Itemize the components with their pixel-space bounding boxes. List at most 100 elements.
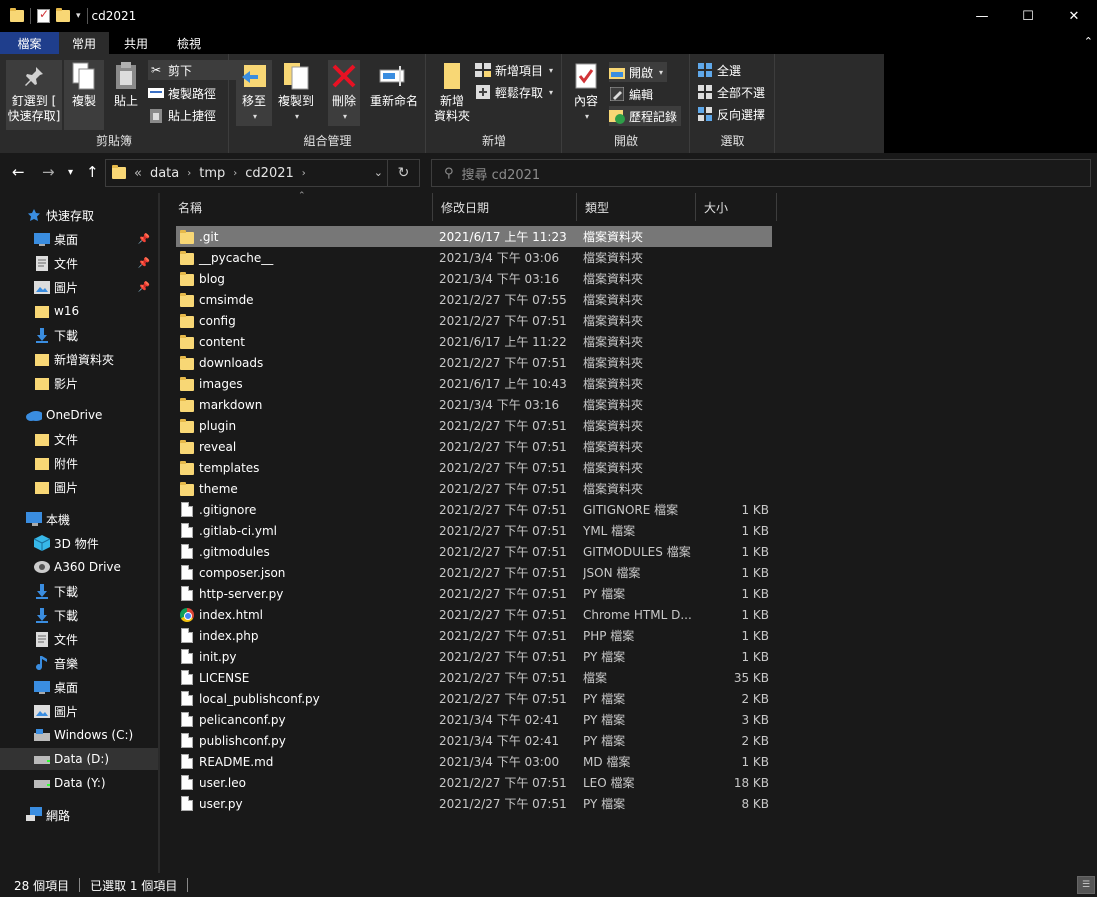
sidebar-item[interactable]: 桌面 <box>0 676 158 698</box>
up-arrow-icon[interactable]: ↑ <box>86 163 99 181</box>
sidebar-item[interactable]: 圖片 <box>0 700 158 722</box>
forward-arrow-icon[interactable]: → <box>42 163 55 181</box>
delete-button[interactable]: 刪除 ▾ <box>328 60 360 126</box>
sidebar-item[interactable]: 網路 <box>0 804 158 826</box>
breadcrumb-data[interactable]: data <box>150 166 179 181</box>
file-row[interactable]: composer.json 2021/2/27 下午 07:51 JSON 檔案 1 … <box>176 562 772 583</box>
file-row[interactable]: plugin 2021/2/27 下午 07:51 檔案資料夾 <box>176 415 772 436</box>
search-input[interactable]: ⚲ 搜尋 cd2021 <box>431 159 1091 187</box>
file-row[interactable]: README.md 2021/3/4 下午 03:00 MD 檔案 1 KB <box>176 751 772 772</box>
breadcrumb-tmp[interactable]: tmp <box>199 166 225 181</box>
sidebar-item[interactable]: Data (Y:) <box>0 772 158 794</box>
open-button[interactable]: 開啟 ▾ <box>609 62 668 82</box>
sidebar-item[interactable]: 本機 <box>0 508 158 530</box>
file-row[interactable]: theme 2021/2/27 下午 07:51 檔案資料夾 <box>176 478 772 499</box>
file-row[interactable]: .gitlab-ci.yml 2021/2/27 下午 07:51 YML 檔案 1 … <box>176 520 772 541</box>
sidebar-item[interactable]: Data (D:) <box>0 748 158 770</box>
sidebar-item[interactable]: Windows (C:) <box>0 724 158 746</box>
sidebar-item[interactable]: 下載 <box>0 580 158 602</box>
new-folder-button[interactable]: 新增 資料夾 <box>431 60 473 124</box>
file-row[interactable]: templates 2021/2/27 下午 07:51 檔案資料夾 <box>176 457 772 478</box>
chevron-up-icon[interactable]: ⌃ <box>1084 35 1093 48</box>
rename-button[interactable]: 重新命名 <box>366 60 422 109</box>
file-row[interactable]: index.php 2021/2/27 下午 07:51 PHP 檔案 1 KB <box>176 625 772 646</box>
sidebar-item[interactable]: A360 Drive <box>0 556 158 578</box>
chevron-right-icon[interactable]: › <box>187 168 191 179</box>
file-row[interactable]: config 2021/2/27 下午 07:51 檔案資料夾 <box>176 310 772 331</box>
sidebar-item[interactable]: 附件 <box>0 452 158 474</box>
file-row[interactable]: images 2021/6/17 上午 10:43 檔案資料夾 <box>176 373 772 394</box>
column-header-size[interactable]: 大小 <box>696 193 777 221</box>
maximize-button[interactable]: ☐ <box>1005 0 1051 32</box>
sidebar-item[interactable]: OneDrive <box>0 404 158 426</box>
column-header-type[interactable]: 類型 <box>577 193 696 221</box>
easy-access-button[interactable]: 輕鬆存取 ▾ <box>475 82 553 102</box>
file-row[interactable]: local_publishconf.py 2021/2/27 下午 07:51 PY… <box>176 688 772 709</box>
file-row[interactable]: publishconf.py 2021/3/4 下午 02:41 PY 檔案 2 KB <box>176 730 772 751</box>
invert-selection-button[interactable]: 反向選擇 <box>697 104 765 124</box>
sidebar-item[interactable]: 圖片 📌 <box>0 276 158 298</box>
cut-button[interactable]: ✂ 剪下 <box>148 60 243 80</box>
sidebar-item[interactable]: 3D 物件 <box>0 532 158 554</box>
sidebar-item[interactable]: 影片 <box>0 372 158 394</box>
tab-view[interactable]: 檢視 <box>163 32 215 54</box>
sidebar-item[interactable]: 桌面 📌 <box>0 228 158 250</box>
sidebar-item[interactable]: 文件 <box>0 428 158 450</box>
back-arrow-icon[interactable]: ← <box>12 163 25 181</box>
pin-quick-access-button[interactable]: 釘選到 [ 快速存取] <box>6 60 62 130</box>
breadcrumb-overflow[interactable]: « <box>134 166 142 181</box>
sidebar-item[interactable]: w16 <box>0 300 158 322</box>
chevron-right-icon[interactable]: › <box>302 168 306 179</box>
move-to-button[interactable]: 移至 ▾ <box>236 60 272 126</box>
pin-icon[interactable]: 📌 <box>138 258 150 269</box>
file-row[interactable]: downloads 2021/2/27 下午 07:51 檔案資料夾 <box>176 352 772 373</box>
file-row[interactable]: markdown 2021/3/4 下午 03:16 檔案資料夾 <box>176 394 772 415</box>
sidebar-item[interactable]: 下載 <box>0 324 158 346</box>
sidebar-item[interactable]: 圖片 <box>0 476 158 498</box>
file-row[interactable]: cmsimde 2021/2/27 下午 07:55 檔案資料夾 <box>176 289 772 310</box>
file-row[interactable]: pelicanconf.py 2021/3/4 下午 02:41 PY 檔案 3 KB <box>176 709 772 730</box>
select-none-button[interactable]: 全部不選 <box>697 82 765 102</box>
minimize-button[interactable]: — <box>959 0 1005 32</box>
sidebar-item[interactable]: 快速存取 <box>0 204 158 226</box>
sidebar-item[interactable]: 文件 📌 <box>0 252 158 274</box>
sidebar-item[interactable]: 音樂 <box>0 652 158 674</box>
pin-icon[interactable]: 📌 <box>138 234 150 245</box>
close-button[interactable]: ✕ <box>1051 0 1097 32</box>
refresh-icon[interactable]: ↻ <box>387 160 419 186</box>
edit-button[interactable]: 編輯 <box>609 84 653 104</box>
sidebar-item[interactable]: 下載 <box>0 604 158 626</box>
new-folder-icon[interactable] <box>56 8 70 22</box>
column-header-name[interactable]: 名稱 <box>170 193 433 221</box>
file-row[interactable]: blog 2021/3/4 下午 03:16 檔案資料夾 <box>176 268 772 289</box>
properties-button[interactable]: 內容 ▾ <box>569 60 603 124</box>
address-bar[interactable]: « data › tmp › cd2021 › ⌄ ↻ <box>105 159 420 187</box>
copy-to-button[interactable]: 複製到 ▾ <box>274 60 318 124</box>
copy-path-button[interactable]: 複製路徑 <box>148 83 216 103</box>
chevron-right-icon[interactable]: › <box>233 168 237 179</box>
new-item-button[interactable]: 新增項目 ▾ <box>475 60 553 80</box>
file-row[interactable]: init.py 2021/2/27 下午 07:51 PY 檔案 1 KB <box>176 646 772 667</box>
file-row[interactable]: __pycache__ 2021/3/4 下午 03:06 檔案資料夾 <box>176 247 772 268</box>
file-row[interactable]: user.leo 2021/2/27 下午 07:51 LEO 檔案 18 KB <box>176 772 772 793</box>
tab-home[interactable]: 常用 <box>59 32 109 54</box>
paste-shortcut-button[interactable]: 貼上捷徑 <box>148 105 216 125</box>
select-all-button[interactable]: 全選 <box>697 60 741 80</box>
pin-icon[interactable]: 📌 <box>138 282 150 293</box>
properties-icon[interactable] <box>37 7 50 23</box>
file-row[interactable]: http-server.py 2021/2/27 下午 07:51 PY 檔案 1 K… <box>176 583 772 604</box>
file-row[interactable]: reveal 2021/2/27 下午 07:51 檔案資料夾 <box>176 436 772 457</box>
details-view-icon[interactable]: ☰ <box>1077 876 1095 894</box>
paste-button[interactable]: 貼上 <box>106 60 146 109</box>
file-row[interactable]: .gitignore 2021/2/27 下午 07:51 GITIGNORE 檔案… <box>176 499 772 520</box>
file-row[interactable]: .git 2021/6/17 上午 11:23 檔案資料夾 <box>176 226 772 247</box>
column-header-date[interactable]: 修改日期 <box>433 193 577 221</box>
breadcrumb-cd2021[interactable]: cd2021 <box>245 166 293 181</box>
sidebar-item[interactable]: 新增資料夾 <box>0 348 158 370</box>
copy-button[interactable]: 複製 <box>64 60 104 130</box>
file-row[interactable]: .gitmodules 2021/2/27 下午 07:51 GITMODULES … <box>176 541 772 562</box>
file-row[interactable]: LICENSE 2021/2/27 下午 07:51 檔案 35 KB <box>176 667 772 688</box>
file-row[interactable]: user.py 2021/2/27 下午 07:51 PY 檔案 8 KB <box>176 793 772 814</box>
history-button[interactable]: 歷程記錄 <box>609 106 682 126</box>
address-dropdown-icon[interactable]: ⌄ <box>374 166 383 179</box>
